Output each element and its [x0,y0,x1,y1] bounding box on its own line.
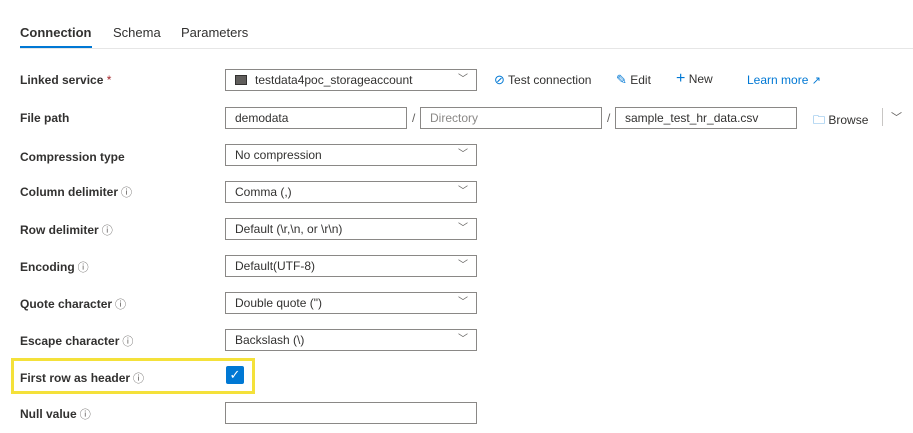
first-row-header-label-text: First row as header [20,371,131,385]
new-button[interactable]: + New [676,70,713,88]
file-path-label: File path [20,111,69,125]
checkmark-icon: ✓ [229,367,241,382]
row-delimiter-label: Row delimiter ⓘ [20,222,113,238]
info-icon: ⓘ [101,225,113,237]
linked-service-label-text: Linked service [20,73,104,87]
escape-character-label-text: Escape character [20,334,120,348]
column-delimiter-label-text: Column delimiter [20,185,119,199]
path-separator: / [607,111,611,125]
tab-schema[interactable]: Schema [113,25,161,40]
directory-input[interactable]: Directory [420,107,602,129]
edit-button[interactable]: ✎ Edit [616,72,651,88]
escape-character-value: Backslash (\) [235,333,305,347]
column-delimiter-value: Comma (,) [235,185,292,199]
first-row-header-label: First row as header ⓘ [20,370,144,386]
compression-type-label-text: Compression type [20,150,125,164]
container-input[interactable]: demodata [225,107,407,129]
info-icon: ⓘ [121,187,133,199]
chevron-down-icon: ﹀ [458,186,468,197]
compression-type-select[interactable]: No compression ﹀ [225,144,477,166]
escape-character-select[interactable]: Backslash (\) ﹀ [225,329,477,351]
row-delimiter-value: Default (\r,\n, or \r\n) [235,222,343,236]
edit-label: Edit [630,73,651,87]
folder-icon: 🗀 [813,113,826,127]
chevron-down-icon: ﹀ [458,223,468,234]
compression-type-label: Compression type [20,150,125,164]
test-connection-icon: ⊘ [494,72,505,87]
info-icon: ⓘ [122,336,134,348]
test-connection-label: Test connection [508,73,592,87]
row-delimiter-select[interactable]: Default (\r,\n, or \r\n) ﹀ [225,218,477,240]
chevron-down-icon: ﹀ [458,334,468,345]
external-link-icon: ↗ [811,75,821,87]
info-icon: ⓘ [115,299,127,311]
tab-parameters[interactable]: Parameters [181,25,248,40]
chevron-down-icon: ﹀ [458,297,468,308]
chevron-down-icon[interactable]: ﹀ [891,109,902,125]
compression-type-value: No compression [235,148,322,162]
first-row-header-checkbox[interactable]: ✓ [226,366,244,384]
plus-icon: + [676,70,686,87]
storage-icon [235,74,247,85]
quote-character-label-text: Quote character [20,297,113,311]
encoding-label-text: Encoding [20,260,75,274]
learn-more-link[interactable]: Learn more ↗ [747,73,821,87]
column-delimiter-label: Column delimiter ⓘ [20,184,132,200]
browse-label: Browse [828,113,869,127]
quote-character-value: Double quote (") [235,296,322,310]
linked-service-value: testdata4poc_storageaccount [255,73,413,87]
null-value-input[interactable] [225,402,477,424]
pencil-icon: ✎ [616,72,627,87]
new-label: New [688,72,713,86]
column-delimiter-select[interactable]: Comma (,) ﹀ [225,181,477,203]
info-icon: ⓘ [79,409,91,421]
encoding-value: Default(UTF-8) [235,259,316,273]
quote-character-label: Quote character ⓘ [20,296,126,312]
file-name-input[interactable]: sample_test_hr_data.csv [615,107,797,129]
info-icon: ⓘ [77,262,89,274]
file-path-label-text: File path [20,111,70,125]
escape-character-label: Escape character ⓘ [20,333,133,349]
tab-bar: Connection Schema Parameters [20,0,913,49]
info-icon: ⓘ [133,373,145,385]
linked-service-select[interactable]: testdata4poc_storageaccount ﹀ [225,69,477,91]
divider [882,108,883,126]
test-connection-button[interactable]: ⊘ Test connection [494,72,591,88]
encoding-label: Encoding ⓘ [20,259,89,275]
required-marker: * [106,73,112,87]
tab-connection[interactable]: Connection [20,25,92,48]
browse-button[interactable]: 🗀 Browse [813,111,868,132]
linked-service-label: Linked service * [20,73,111,87]
encoding-select[interactable]: Default(UTF-8) ﹀ [225,255,477,277]
quote-character-select[interactable]: Double quote (") ﹀ [225,292,477,314]
chevron-down-icon: ﹀ [458,149,468,160]
null-value-label: Null value ⓘ [20,406,91,422]
learn-more-label: Learn more [747,73,809,87]
chevron-down-icon: ﹀ [458,74,468,85]
chevron-down-icon: ﹀ [458,260,468,271]
row-delimiter-label-text: Row delimiter [20,223,99,237]
path-separator: / [412,111,416,125]
null-value-label-text: Null value [20,407,77,421]
